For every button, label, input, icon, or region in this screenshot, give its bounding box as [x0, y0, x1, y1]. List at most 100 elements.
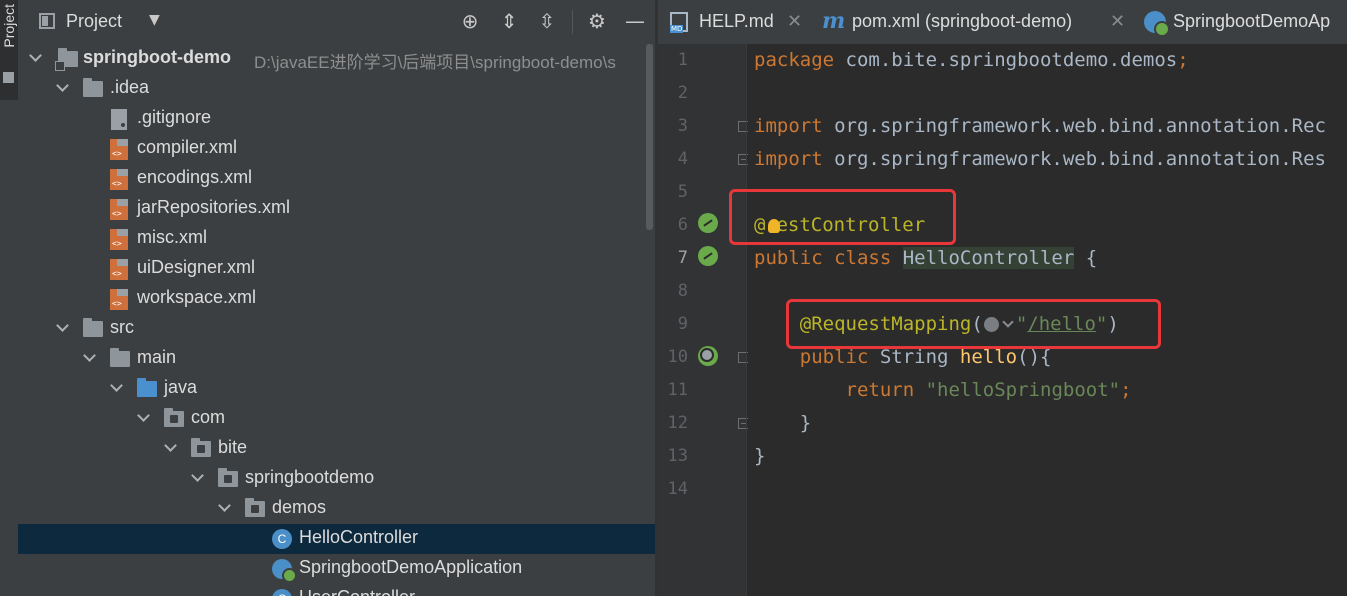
tree-item-demos[interactable]: demos — [18, 494, 655, 524]
tree-item-label: com — [191, 407, 226, 427]
brace: } — [799, 412, 812, 434]
close-icon[interactable]: ✕ — [787, 11, 802, 32]
xml-file-icon — [110, 169, 128, 190]
tree-item-com[interactable]: com — [18, 404, 655, 434]
tree-item-label: springbootdemo — [245, 467, 375, 487]
brace: } — [754, 445, 766, 467]
code-line-13: } — [754, 445, 765, 467]
folder-icon — [83, 318, 103, 337]
chevron-down-icon[interactable] — [84, 353, 94, 363]
chevron-down-icon[interactable]: ▼ — [149, 12, 160, 28]
spring-bean-gutter-icon[interactable] — [698, 213, 718, 233]
line-number: 11 — [667, 380, 688, 400]
tree-item-label: uiDesigner.xml — [137, 257, 256, 277]
chevron-down-icon[interactable] — [111, 383, 121, 393]
tree-item-label: SpringbootDemoApplication — [299, 557, 523, 577]
collapse-all-icon[interactable]: ⇳ — [534, 8, 560, 34]
tree-item-encodings-xml[interactable]: encodings.xml — [18, 164, 655, 194]
code-line-11: return "helloSpringboot"; — [754, 379, 1132, 401]
tree-item-hellocontroller[interactable]: C HelloController — [18, 524, 655, 554]
tree-item-compiler-xml[interactable]: compiler.xml — [18, 134, 655, 164]
project-tool-window-tab[interactable]: Project — [0, 0, 18, 100]
source-folder-icon — [137, 378, 157, 397]
code-line-10: public String hello(){ — [754, 346, 1052, 368]
line-number: 9 — [677, 314, 688, 334]
keyword: return — [845, 379, 915, 401]
line-number: 14 — [667, 479, 688, 499]
keyword: public — [799, 346, 869, 368]
chevron-down-icon[interactable] — [57, 323, 67, 333]
folder-icon — [110, 348, 130, 367]
highlight-box-restcontroller — [729, 189, 956, 245]
line-number: 7 — [677, 248, 688, 268]
chevron-down-icon[interactable] — [30, 53, 40, 63]
close-icon[interactable]: ✕ — [1110, 11, 1125, 32]
editor-tab-bar: HELP.md ✕ m pom.xml (springboot-demo) ✕ … — [658, 0, 1347, 45]
tab-help-md[interactable]: HELP.md ✕ — [658, 0, 808, 44]
tool-window-stripe: Project — [0, 0, 19, 596]
tree-item-main[interactable]: main — [18, 344, 655, 374]
hide-panel-icon[interactable]: — — [622, 8, 648, 34]
gear-icon[interactable]: ⚙ — [584, 8, 610, 34]
tree-item-uidesigner-xml[interactable]: uiDesigner.xml — [18, 254, 655, 284]
brace: { — [1074, 247, 1098, 269]
tree-item-label: workspace.xml — [137, 287, 257, 307]
chevron-down-icon[interactable] — [219, 503, 229, 513]
project-stripe-label: Project — [1, 4, 17, 48]
chevron-down-icon[interactable] — [192, 473, 202, 483]
module-folder-icon — [55, 48, 78, 71]
tab-pom-xml[interactable]: m pom.xml (springboot-demo) ✕ — [808, 0, 1128, 44]
expand-all-icon[interactable]: ⇕ — [496, 8, 522, 34]
code-line-1: package com.bite.springbootdemo.demos; — [754, 49, 1189, 71]
method-name: hello — [959, 346, 1018, 368]
code-line-3: import org.springframework.web.bind.anno… — [754, 115, 1326, 137]
tree-item-misc-xml[interactable]: misc.xml — [18, 224, 655, 254]
tab-label: pom.xml (springboot-demo) — [852, 11, 1073, 31]
project-panel: Project ▼ ⊕ ⇕ ⇳ ⚙ — springboot-demo D:\j… — [18, 0, 655, 596]
params: (){ — [1017, 346, 1052, 368]
tree-item-workspace-xml[interactable]: workspace.xml — [18, 284, 655, 314]
tree-item-java[interactable]: java — [18, 374, 655, 404]
class-name: HelloController — [902, 247, 1075, 269]
locate-target-icon[interactable]: ⊕ — [457, 8, 483, 34]
tree-item-gitignore[interactable]: .gitignore — [18, 104, 655, 134]
line-number: 3 — [677, 116, 688, 136]
line-number: 2 — [677, 83, 688, 103]
keyword: class — [822, 247, 903, 269]
tab-label: SpringbootDemoAp — [1173, 11, 1331, 31]
keyword: package — [754, 49, 835, 71]
editor-gutter[interactable]: 1 2 3 4 5 6 7 8 9 10 11 12 13 14 — [658, 44, 749, 596]
package-name: com.bite.springbootdemo.demos — [834, 49, 1178, 71]
tree-item-jarrepositories-xml[interactable]: jarRepositories.xml — [18, 194, 655, 224]
chevron-down-icon[interactable] — [138, 413, 148, 423]
tree-item-idea[interactable]: .idea — [18, 74, 655, 104]
tab-label: HELP.md — [699, 11, 774, 31]
code-line-7: public class HelloController { — [754, 247, 1097, 269]
tree-item-label: misc.xml — [137, 227, 207, 247]
tree-item-springbootdemo[interactable]: springbootdemo — [18, 464, 655, 494]
chevron-down-icon[interactable] — [57, 83, 67, 93]
chevron-down-icon[interactable] — [165, 443, 175, 453]
web-endpoint-gutter-icon[interactable] — [698, 346, 718, 366]
project-panel-header: Project ▼ ⊕ ⇕ ⇳ ⚙ — — [18, 0, 655, 44]
tree-item-label: encodings.xml — [137, 167, 253, 187]
tree-item-bite[interactable]: bite — [18, 434, 655, 464]
line-number: 8 — [677, 281, 688, 301]
tree-item-src[interactable]: src — [18, 314, 655, 344]
tree-item-usercontroller[interactable]: C UserController — [18, 584, 655, 596]
tree-item-springbootdemoapplication[interactable]: SpringbootDemoApplication — [18, 554, 655, 584]
line-number: 6 — [677, 215, 688, 235]
package-icon — [218, 468, 238, 487]
spring-bean-gutter-icon[interactable] — [698, 246, 718, 266]
tree-item-label: UserController — [299, 587, 415, 596]
tab-springbootdemoapplication[interactable]: SpringbootDemoAp — [1128, 0, 1347, 44]
project-view-selector[interactable]: Project — [66, 11, 122, 32]
tree-item-label: src — [110, 317, 134, 337]
folder-icon — [3, 72, 14, 83]
string-literal: "helloSpringboot" — [925, 379, 1121, 401]
tree-item-springboot-demo[interactable]: springboot-demo D:\javaEE进阶学习\后端项目\sprin… — [18, 44, 655, 74]
package-icon — [164, 408, 184, 427]
gitignore-file-icon — [111, 109, 127, 130]
tree-scrollbar[interactable] — [646, 44, 653, 230]
tree-item-label: .gitignore — [137, 107, 212, 127]
